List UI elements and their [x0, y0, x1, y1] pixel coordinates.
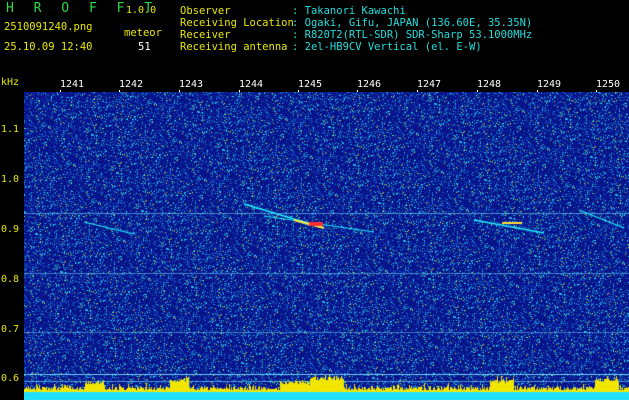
- location-value: : Ogaki, Gifu, JAPAN (136.60E, 35.35N): [292, 17, 533, 29]
- y-tick-label: 1.0: [1, 174, 20, 185]
- location-label: Receiving Location: [180, 17, 294, 29]
- x-tick-label: 1243: [179, 79, 204, 90]
- antenna-label: Receiving antenna: [180, 41, 288, 53]
- app-version: 1.0.0: [126, 5, 157, 16]
- header-panel: H R O F F T 1.0.0 2510091240.png meteor …: [0, 0, 629, 71]
- receiver-value: : R820T2(RTL-SDR) SDR-Sharp 53.1000MHz: [292, 29, 533, 41]
- y-tick-label: 0.7: [1, 324, 20, 335]
- x-tick-label: 1242: [119, 79, 144, 90]
- y-tick-label: 0.9: [1, 224, 20, 235]
- y-tick-label: 0.8: [1, 274, 20, 285]
- spectrogram-canvas: [24, 92, 629, 400]
- capture-datetime: 25.10.09 12:40: [4, 41, 93, 53]
- y-tick-label: 0.6: [1, 373, 20, 384]
- x-tick-label: 1241: [60, 79, 85, 90]
- x-tick-label: 1245: [298, 79, 323, 90]
- observer-label: Observer: [180, 5, 231, 17]
- antenna-value: : 2el-HB9CV Vertical (el. E-W): [292, 41, 482, 53]
- x-tick-label: 1244: [239, 79, 264, 90]
- x-tick-label: 1248: [477, 79, 502, 90]
- counter-value: 51: [138, 41, 151, 53]
- y-tick-label: 1.1: [1, 124, 20, 135]
- receiver-label: Receiver: [180, 29, 231, 41]
- observer-value: : Takanori Kawachi: [292, 5, 406, 17]
- x-tick-label: 1250: [596, 79, 621, 90]
- counter-label: meteor: [124, 27, 162, 39]
- x-tick-label: 1246: [357, 79, 382, 90]
- image-filename: 2510091240.png: [4, 21, 93, 33]
- y-axis-unit: kHz: [1, 77, 20, 88]
- x-tick-label: 1247: [417, 79, 442, 90]
- x-tick-label: 1249: [537, 79, 562, 90]
